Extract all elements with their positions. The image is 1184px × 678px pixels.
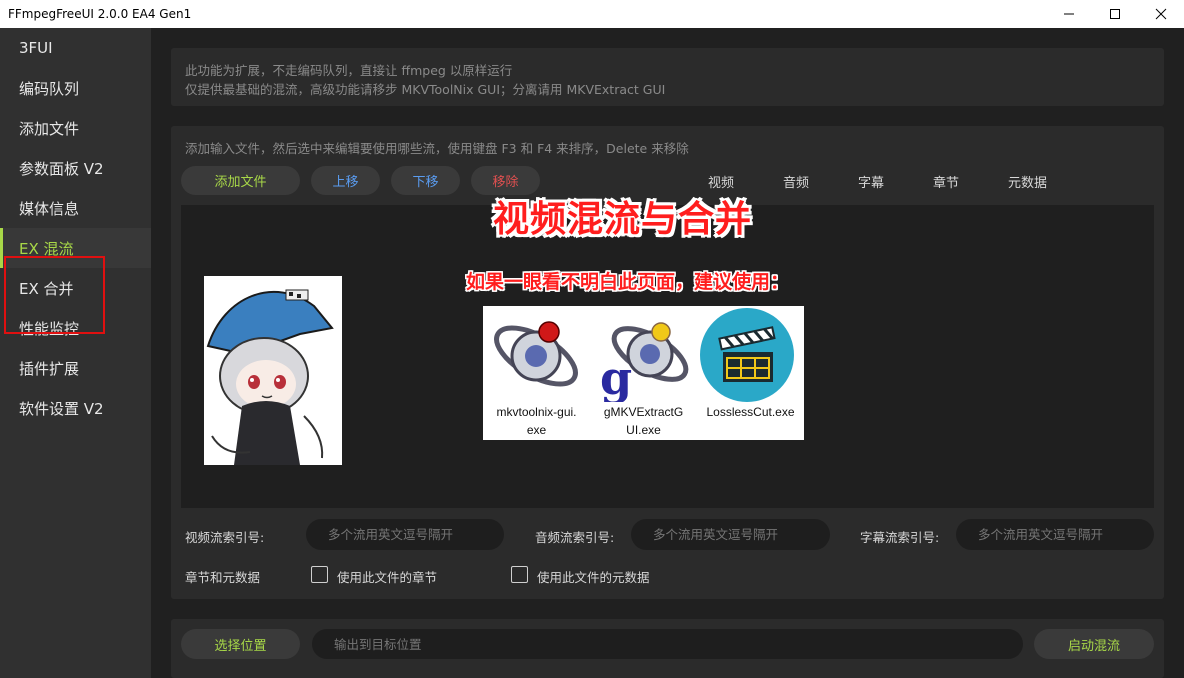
sidebar-item-ex-merge[interactable]: EX 合并 [0, 268, 151, 308]
start-mux-button[interactable]: 启动混流 [1034, 629, 1154, 659]
info-line-2: 仅提供最基础的混流，高级功能请移步 MKVToolNix GUI；分离请用 MK… [185, 82, 666, 97]
sidebar-item-add-files[interactable]: 添加文件 [0, 108, 151, 148]
tab-metadata[interactable]: 元数据 [1008, 172, 1047, 191]
choose-location-button[interactable]: 选择位置 [181, 629, 300, 659]
title-bar: FFmpegFreeUI 2.0.0 EA4 Gen1 [0, 0, 1184, 28]
sidebar-item-media-info[interactable]: 媒体信息 [0, 188, 151, 228]
clapperboard-icon [700, 308, 794, 402]
sidebar-item-settings[interactable]: 软件设置 V2 [0, 388, 151, 428]
sidebar-item-encode-queue[interactable]: 编码队列 [0, 68, 151, 108]
window-controls [1046, 0, 1184, 28]
minimize-button[interactable] [1046, 0, 1092, 28]
close-icon [1155, 8, 1167, 20]
video-stream-input[interactable] [306, 519, 504, 550]
sidebar-item-performance[interactable]: 性能监控 [0, 308, 151, 348]
use-chapters-checkbox[interactable] [311, 566, 328, 583]
close-button[interactable] [1138, 0, 1184, 28]
audio-stream-label: 音频流索引号: [535, 530, 615, 545]
sidebar: 3FUI 编码队列 添加文件 参数面板 V2 媒体信息 EX 混流 EX 合并 … [0, 28, 151, 678]
tool-mkvtoolnix[interactable]: mkvtoolnix-gui. exe [483, 306, 590, 440]
use-metadata-checkbox[interactable] [511, 566, 528, 583]
svg-text:g: g [600, 351, 632, 402]
overlay-subtitle: 如果一眼看不明白此页面，建议使用： [466, 271, 790, 293]
tool-mkvtoolnix-label: mkvtoolnix-gui. exe [496, 405, 577, 437]
chapters-metadata-label: 章节和元数据 [185, 570, 261, 585]
tool-losslesscut[interactable]: LosslessCut.exe [697, 306, 804, 440]
sidebar-item-params-panel[interactable]: 参数面板 V2 [0, 148, 151, 188]
tool-gmkvextract[interactable]: g gMKVExtractG UI.exe [590, 306, 697, 440]
tab-video[interactable]: 视频 [708, 172, 734, 191]
tool-losslesscut-label: LosslessCut.exe [706, 405, 795, 419]
maximize-icon [1110, 9, 1120, 19]
audio-stream-input[interactable] [631, 519, 830, 550]
use-chapters-label[interactable]: 使用此文件的章节 [337, 567, 437, 586]
minimize-icon [1064, 13, 1074, 15]
output-path-input[interactable] [312, 629, 1023, 659]
tab-subtitle[interactable]: 字幕 [858, 172, 884, 191]
move-down-button[interactable]: 下移 [391, 166, 460, 195]
mkvtoolnix-icon [494, 321, 578, 387]
gmkvextract-icon: g [600, 322, 689, 405]
overlay-title: 视频混流与合并 [493, 199, 753, 240]
window-title: FFmpegFreeUI 2.0.0 EA4 Gen1 [8, 7, 192, 21]
tab-audio[interactable]: 音频 [783, 172, 809, 191]
video-stream-label: 视频流索引号: [185, 530, 265, 545]
tab-chapters[interactable]: 章节 [933, 172, 959, 191]
mux-hint: 添加输入文件，然后选中来编辑要使用哪些流，使用键盘 F3 和 F4 来排序，De… [185, 141, 689, 156]
info-panel: 此功能为扩展，不走编码队列，直接让 ffmpeg 以原样运行 仅提供最基础的混流… [171, 48, 1164, 106]
maximize-button[interactable] [1092, 0, 1138, 28]
subtitle-stream-label: 字幕流索引号: [860, 530, 940, 545]
tool-gmkvextract-label: gMKVExtractG UI.exe [603, 405, 684, 437]
sidebar-item-3fui[interactable]: 3FUI [0, 28, 151, 68]
sidebar-item-plugins[interactable]: 插件扩展 [0, 348, 151, 388]
recommended-tools: mkvtoolnix-gui. exe g gMKVExtractG UI.ex… [483, 306, 804, 440]
info-line-1: 此功能为扩展，不走编码队列，直接让 ffmpeg 以原样运行 [185, 63, 513, 78]
add-file-button[interactable]: 添加文件 [181, 166, 300, 195]
subtitle-stream-input[interactable] [956, 519, 1154, 550]
move-up-button[interactable]: 上移 [311, 166, 380, 195]
mascot-image [204, 276, 342, 465]
use-metadata-label[interactable]: 使用此文件的元数据 [537, 567, 650, 586]
sidebar-item-ex-mux[interactable]: EX 混流 [0, 228, 151, 268]
